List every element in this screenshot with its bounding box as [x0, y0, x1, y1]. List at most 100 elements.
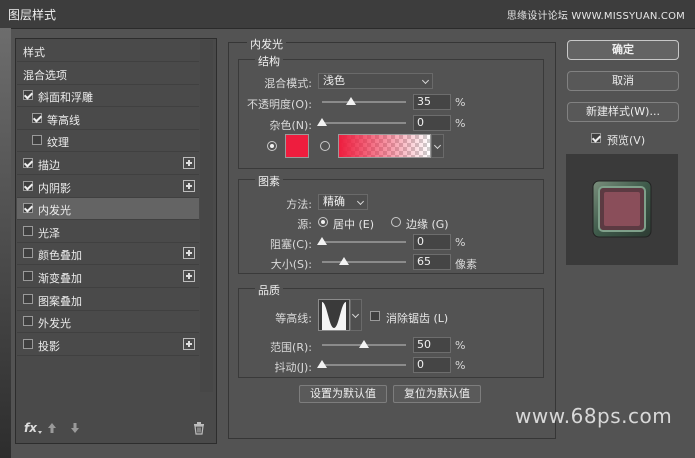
style-list-item[interactable]: 描边 [17, 153, 199, 175]
background-strip [0, 28, 11, 458]
style-list-item[interactable]: 斜面和浮雕 [17, 85, 199, 108]
cancel-button[interactable]: 取消 [567, 71, 679, 91]
size-slider-track[interactable] [322, 261, 406, 263]
style-list-item[interactable]: 等高线 [17, 108, 199, 130]
site-watermark: 思缘设计论坛 WWW.MISSYUAN.COM [506, 11, 685, 22]
add-effect-icon[interactable] [183, 157, 195, 169]
style-list-label: 投影 [38, 339, 60, 353]
choke-slider-track[interactable] [322, 241, 406, 243]
range-slider-thumb[interactable] [359, 340, 369, 348]
style-list-item[interactable]: 图案叠加 [17, 289, 199, 311]
choke-input[interactable]: 0 [413, 234, 451, 250]
style-list-item[interactable]: 混合选项 [17, 63, 199, 85]
style-checkbox[interactable] [23, 316, 33, 327]
style-list-label: 纹理 [47, 136, 69, 150]
style-list-label: 内阴影 [38, 181, 71, 195]
jitter-slider-thumb[interactable] [317, 360, 327, 368]
style-list-label: 混合选项 [23, 68, 67, 82]
preview-label[interactable]: 预览(V) [607, 132, 645, 148]
style-list-label: 光泽 [38, 226, 60, 240]
style-list-item[interactable]: 纹理 [17, 130, 199, 153]
style-checkbox[interactable] [23, 225, 33, 236]
glow-gradient-swatch[interactable] [338, 134, 431, 158]
style-checkbox[interactable] [23, 271, 33, 281]
contour-dropdown[interactable] [350, 299, 362, 331]
source-center-radio[interactable] [318, 217, 328, 227]
size-input[interactable]: 65 [413, 254, 451, 270]
noise-input[interactable]: 0 [413, 115, 451, 131]
style-checkbox[interactable] [23, 293, 33, 304]
style-list-item[interactable]: 内发光 [17, 198, 199, 221]
style-checkbox[interactable] [32, 135, 42, 146]
style-list-item[interactable]: 样式 [17, 40, 199, 62]
blend-mode-label: 混合模式: [264, 77, 312, 90]
range-label: 范围(R): [270, 341, 312, 354]
style-list-item[interactable]: 渐变叠加 [17, 266, 199, 288]
style-checkbox[interactable] [32, 112, 42, 123]
color-mode-radio[interactable] [267, 141, 277, 151]
noise-slider-thumb[interactable] [317, 118, 327, 126]
source-edge-label[interactable]: 边缘 (G) [406, 216, 449, 232]
style-list-label: 颜色叠加 [38, 249, 82, 263]
ok-button[interactable]: 确定 [567, 40, 679, 60]
noise-slider-track[interactable] [322, 122, 406, 124]
style-list-label: 渐变叠加 [38, 272, 82, 285]
opacity-slider-track[interactable] [322, 101, 406, 103]
opacity-unit: % [455, 96, 466, 109]
jitter-unit: % [455, 359, 466, 372]
antialias-checkbox[interactable] [370, 311, 380, 321]
style-list-item[interactable]: 光泽 [17, 221, 199, 243]
opacity-slider-thumb[interactable] [346, 97, 357, 105]
style-checkbox[interactable] [23, 180, 33, 191]
style-checkbox[interactable] [23, 248, 33, 259]
style-list-label: 描边 [38, 159, 60, 172]
jitter-input[interactable]: 0 [413, 357, 451, 373]
inner-glow-title: 内发光 [247, 36, 286, 52]
choke-slider-thumb[interactable] [317, 237, 327, 245]
add-effect-icon[interactable] [183, 247, 195, 260]
chevron-down-icon [433, 141, 442, 150]
jitter-slider-track[interactable] [322, 364, 406, 366]
noise-unit: % [455, 117, 466, 130]
chevron-down-icon [356, 197, 365, 206]
preview-checkbox[interactable] [591, 133, 601, 143]
style-checkbox[interactable] [23, 338, 33, 349]
source-center-label[interactable]: 居中 (E) [333, 216, 374, 232]
make-default-button[interactable]: 设置为默认值 [299, 385, 387, 403]
arrow-down-icon[interactable] [70, 422, 80, 434]
size-slider-thumb[interactable] [338, 257, 349, 265]
arrow-up-icon[interactable] [47, 422, 57, 434]
style-checkbox[interactable] [23, 203, 33, 214]
fx-dropdown-icon[interactable] [38, 431, 42, 434]
opacity-label: 不透明度(O): [247, 98, 312, 111]
style-list-item[interactable]: 外发光 [17, 311, 199, 334]
reset-default-button[interactable]: 复位为默认值 [393, 385, 481, 403]
source-edge-radio[interactable] [391, 217, 401, 227]
glow-color-swatch[interactable] [285, 134, 309, 158]
style-list-item[interactable]: 投影 [17, 334, 199, 356]
add-effect-icon[interactable] [183, 179, 195, 192]
technique-select[interactable]: 精确 [318, 194, 368, 210]
style-list: 样式混合选项斜面和浮雕 等高线纹理描边内阴影内发光光泽颜色叠加渐变叠加图案叠加 外发… [17, 40, 199, 392]
blend-mode-select[interactable]: 浅色 [318, 73, 433, 89]
add-effect-icon[interactable] [183, 270, 195, 282]
add-effect-icon[interactable] [183, 337, 195, 350]
gradient-mode-radio[interactable] [320, 141, 330, 151]
style-list-scrollbar[interactable] [200, 40, 213, 392]
style-list-item[interactable]: 颜色叠加 [17, 243, 199, 266]
new-style-button[interactable]: 新建样式(W)... [567, 102, 679, 122]
opacity-input[interactable]: 35 [413, 94, 451, 110]
dialog-title: 图层样式 [8, 8, 57, 22]
style-checkbox[interactable] [23, 90, 33, 101]
contour-preview[interactable] [318, 299, 350, 331]
style-list-item[interactable]: 内阴影 [17, 176, 199, 198]
size-label: 大小(S): [270, 258, 312, 271]
gradient-dropdown[interactable] [431, 134, 444, 158]
structure-title: 结构 [255, 53, 283, 69]
trash-icon[interactable] [193, 422, 205, 435]
range-input[interactable]: 50 [413, 337, 451, 353]
antialias-label[interactable]: 消除锯齿 (L) [386, 310, 448, 326]
fx-icon[interactable]: fx [24, 421, 37, 435]
style-list-label: 内发光 [38, 204, 71, 218]
style-checkbox[interactable] [23, 158, 33, 168]
